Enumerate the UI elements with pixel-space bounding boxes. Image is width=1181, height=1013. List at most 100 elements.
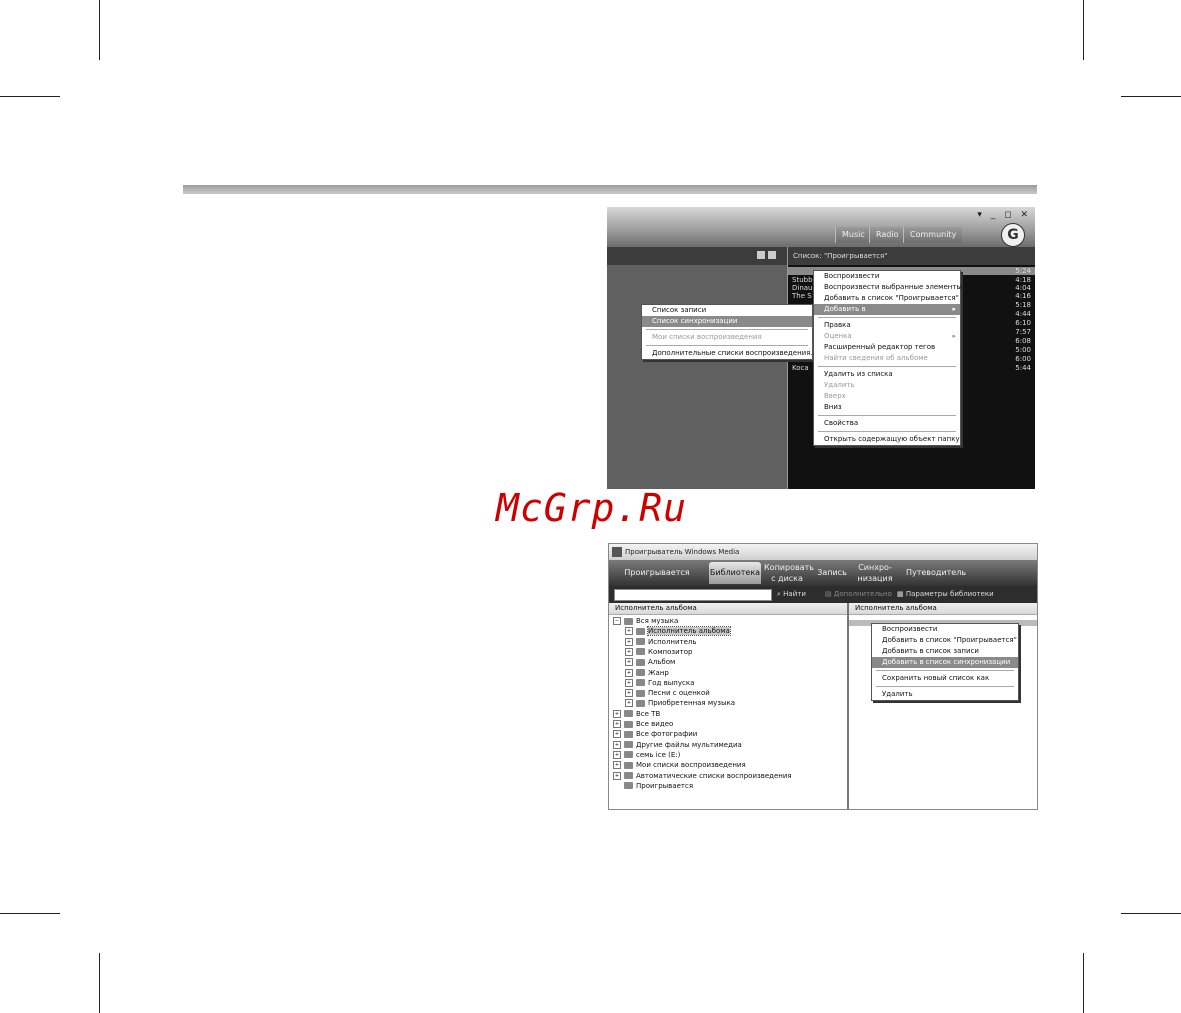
visualization-pane xyxy=(607,265,787,489)
find-button[interactable]: ⌕ Найти xyxy=(777,590,806,599)
expand-toggle-icon[interactable]: + xyxy=(625,668,633,677)
tab-rip[interactable]: Копировать с диска xyxy=(764,562,814,584)
tree-item[interactable]: + Исполнитель xyxy=(625,637,697,647)
expand-toggle-icon[interactable]: + xyxy=(625,627,633,636)
menu-item-more-playlists[interactable]: Дополнительные списки воспроизведения... xyxy=(642,348,817,359)
tree-item[interactable]: + Альбом xyxy=(625,657,675,667)
expand-toggle-icon[interactable]: + xyxy=(625,678,633,687)
tree-item-label: Все ТВ xyxy=(636,709,661,718)
tree-item[interactable]: + Песни с оценкой xyxy=(625,688,710,698)
library-toolbar: ⌕ Найти ▤ Дополнительно ▦ Параметры библ… xyxy=(609,586,1037,603)
expand-toggle-icon[interactable]: + xyxy=(625,689,633,698)
tree-item[interactable]: + Жанр xyxy=(625,668,669,678)
track-duration: 7:57 xyxy=(1015,328,1031,336)
expand-toggle-icon[interactable]: + xyxy=(613,750,621,759)
menu-item-add-now-playing[interactable]: Добавить в список "Проигрывается" xyxy=(872,635,1018,646)
online-store-icon[interactable]: G xyxy=(1001,223,1025,247)
search-input[interactable] xyxy=(614,589,772,601)
menu-item-edit[interactable]: Правка xyxy=(814,320,960,331)
tree-item-label: Исполнитель альбома xyxy=(647,626,731,637)
tab-now-playing[interactable]: Проигрывается xyxy=(615,562,699,584)
menu-item-sync-list[interactable]: Список синхронизации xyxy=(642,316,812,327)
tree-item[interactable]: + Автоматические списки воспроизведения xyxy=(613,771,792,781)
tab-music[interactable]: Music xyxy=(835,227,871,243)
menu-item-add-now-playing[interactable]: Добавить в список "Проигрывается" xyxy=(814,293,960,304)
expand-toggle-icon[interactable]: + xyxy=(625,658,633,667)
menu-item-properties[interactable]: Свойства xyxy=(814,418,960,429)
track-duration: 6:10 xyxy=(1015,319,1031,327)
tree-item[interactable]: + Композитор xyxy=(625,647,692,657)
screenshot-library: Проигрыватель Windows Media Проигрываетс… xyxy=(608,543,1038,810)
menu-item-find-album-info[interactable]: Найти сведения об альбоме xyxy=(814,353,960,364)
folder-icon xyxy=(624,782,633,790)
tree-item[interactable]: + Все видео xyxy=(613,719,673,729)
tab-community[interactable]: Community xyxy=(903,227,963,243)
track-title[interactable]: The S xyxy=(792,292,812,300)
window-controls[interactable]: ▾ _ ◻ ✕ xyxy=(977,210,1031,220)
menu-item-add-sync-list[interactable]: Добавить в список синхронизации xyxy=(872,657,1018,668)
tree-item[interactable]: − Вся музыка xyxy=(613,616,678,626)
menu-item-play[interactable]: Воспроизвести xyxy=(872,624,1018,635)
tab-burn[interactable]: Запись xyxy=(817,562,847,584)
options-icon[interactable] xyxy=(768,251,776,259)
track-title[interactable]: Stubb xyxy=(792,276,813,284)
menu-item-rating[interactable]: Оценка ▸ xyxy=(814,331,960,342)
tree-item[interactable]: + Мои списки воспроизведения xyxy=(613,760,746,770)
view-icons[interactable] xyxy=(757,251,781,261)
expand-toggle-icon[interactable]: + xyxy=(625,647,633,656)
menu-item-move-up[interactable]: Вверх xyxy=(814,391,960,402)
tree-item-label: Композитор xyxy=(648,647,693,656)
menu-item-my-playlists[interactable]: Мои списки воспроизведения xyxy=(642,332,812,343)
expand-toggle-icon[interactable]: + xyxy=(613,730,621,739)
tree-item[interactable]: + семь ice (E:) xyxy=(613,750,680,760)
view-icon[interactable] xyxy=(757,251,765,259)
expand-toggle-icon[interactable]: + xyxy=(613,740,621,749)
folder-icon xyxy=(624,761,633,769)
menu-item-play[interactable]: Воспроизвести xyxy=(814,271,960,282)
menu-item-play-selected[interactable]: Воспроизвести выбранные элементы xyxy=(814,282,962,293)
menu-item-save-as[interactable]: Сохранить новый список как xyxy=(872,673,1018,684)
expand-toggle-icon[interactable]: + xyxy=(613,720,621,728)
tab-radio[interactable]: Radio xyxy=(869,227,905,243)
menu-item-burn-list[interactable]: Список записи xyxy=(642,305,812,316)
menu-item-add-burn-list[interactable]: Добавить в список записи xyxy=(872,646,1018,657)
crop-mark xyxy=(99,0,100,60)
folder-icon xyxy=(624,720,633,728)
tree-item[interactable]: + Все ТВ xyxy=(613,709,660,719)
tab-library[interactable]: Библиотека xyxy=(709,562,761,584)
menu-item-advanced-tag-editor[interactable]: Расширенный редактор тегов xyxy=(814,342,960,353)
menu-item-open-folder[interactable]: Открыть содержащую объект папку xyxy=(814,434,960,445)
list-label[interactable]: Список: "Проигрывается" xyxy=(793,252,887,260)
track-title[interactable]: Koca xyxy=(792,364,809,372)
tree-item[interactable]: + Приобретенная музыка xyxy=(625,698,735,708)
more-label: Дополнительно xyxy=(833,590,892,598)
tree-item-label: Песни с оценкой xyxy=(648,689,710,698)
track-duration: 5:18 xyxy=(1015,301,1031,309)
tree-item[interactable]: + Год выпуска xyxy=(625,678,694,688)
expand-toggle-icon[interactable]: + xyxy=(625,637,633,646)
expand-toggle-icon[interactable]: + xyxy=(625,699,633,708)
tree-item[interactable]: + Все фотографии xyxy=(613,729,697,739)
more-button[interactable]: ▤ Дополнительно xyxy=(825,590,892,598)
menu-item-remove-from-list[interactable]: Удалить из списка xyxy=(814,369,960,380)
folder-icon xyxy=(636,627,645,635)
tree-item[interactable]: Проигрывается xyxy=(613,781,693,791)
library-options-button[interactable]: ▦ Параметры библиотеки xyxy=(897,590,994,598)
expand-toggle-icon[interactable]: − xyxy=(613,617,621,625)
track-context-menu: Воспроизвести Воспроизвести выбранные эл… xyxy=(813,270,962,446)
tab-sync[interactable]: Синхро-низация xyxy=(855,562,895,584)
column-header[interactable]: Исполнитель альбома xyxy=(849,603,1037,615)
menu-item-add-to[interactable]: Добавить в ▸ xyxy=(814,304,960,315)
column-header[interactable]: Исполнитель альбома xyxy=(609,603,847,615)
tree-item[interactable]: + Исполнитель альбома xyxy=(625,626,731,637)
folder-icon xyxy=(636,658,645,666)
expand-toggle-icon[interactable]: + xyxy=(613,761,621,770)
expand-toggle-icon[interactable]: + xyxy=(613,771,621,780)
tree-item[interactable]: + Другие файлы мультимедиа xyxy=(613,740,742,750)
menu-item-move-down[interactable]: Вниз xyxy=(814,402,960,413)
expand-toggle-icon[interactable]: + xyxy=(613,709,621,718)
tab-guide[interactable]: Путеводитель xyxy=(905,562,967,584)
menu-item-delete[interactable]: Удалить xyxy=(872,689,1018,700)
menu-item-delete[interactable]: Удалить xyxy=(814,380,960,391)
track-title[interactable]: Dinau xyxy=(792,284,813,292)
